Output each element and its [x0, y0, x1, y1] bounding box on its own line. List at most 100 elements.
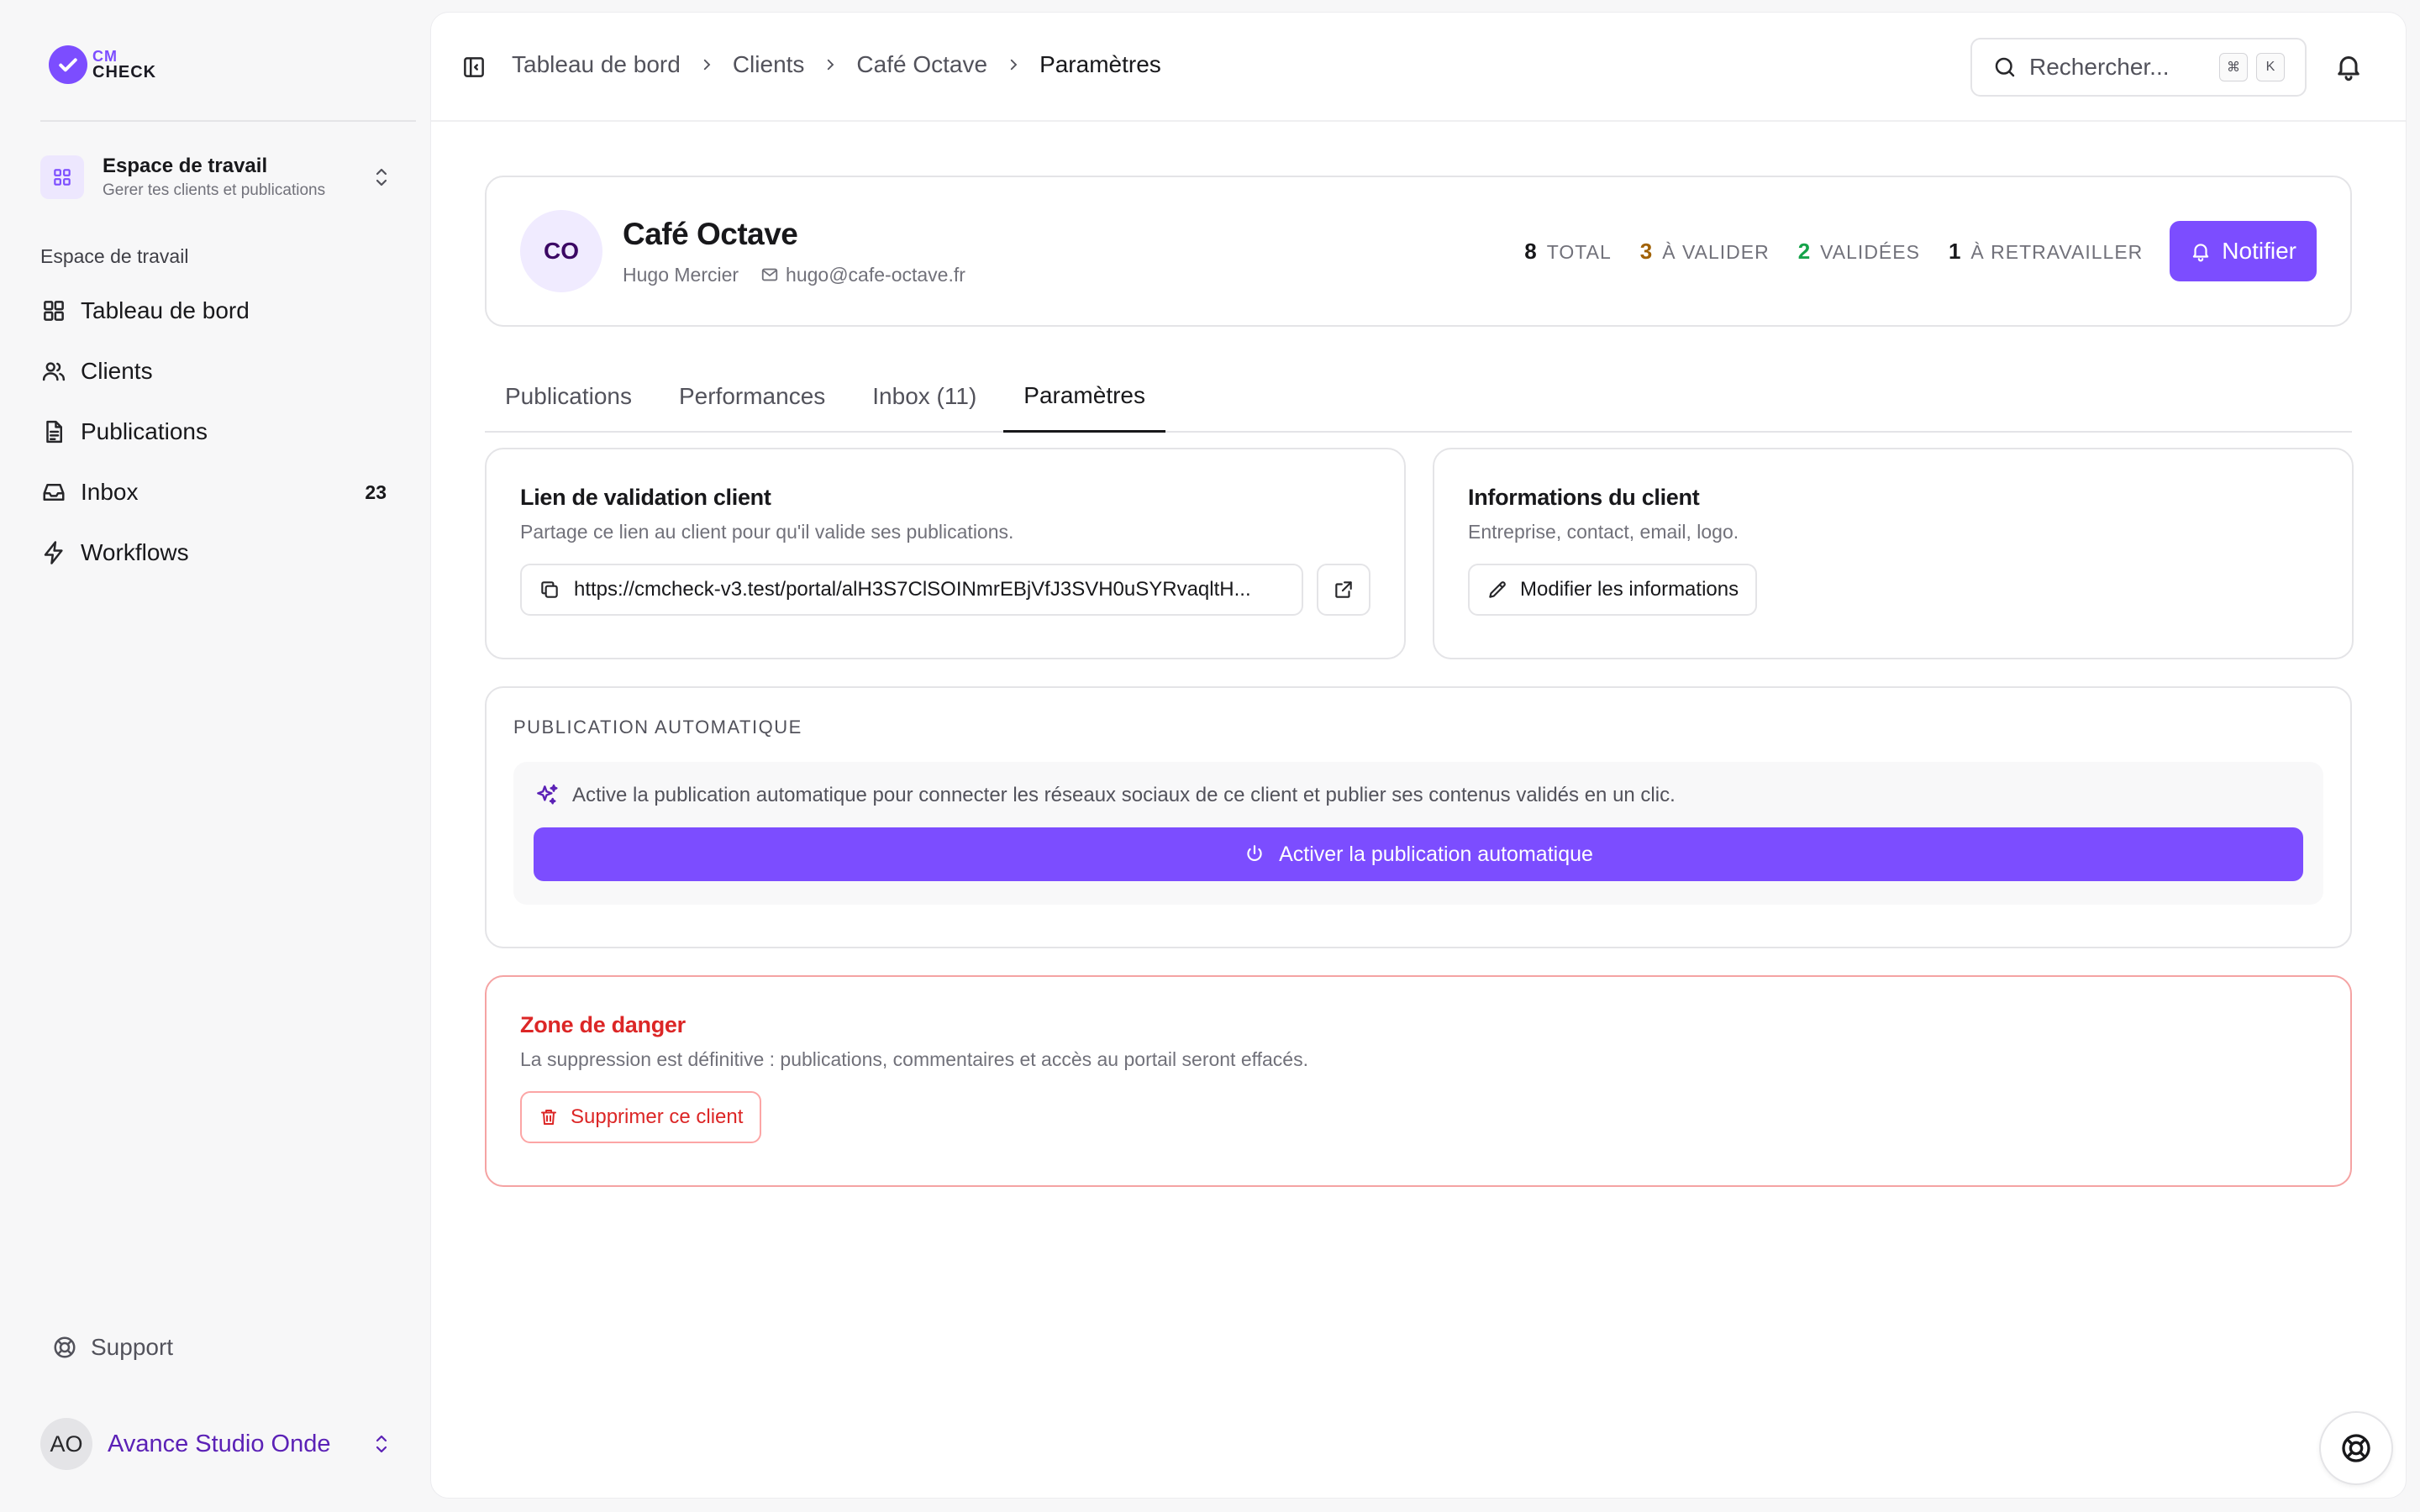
card-subtitle: Entreprise, contact, email, logo. — [1468, 521, 1739, 543]
inbox-icon — [40, 479, 67, 506]
logo-line-2: CHECK — [92, 63, 157, 81]
chevron-up-down-icon — [370, 165, 393, 189]
client-avatar: CO — [520, 210, 602, 292]
enable-auto-publication-label: Activer la publication automatique — [1279, 842, 1593, 866]
client-contact: Hugo Mercier — [623, 263, 739, 286]
sidebar-item-publications[interactable]: Publications — [40, 402, 393, 462]
copy-link-field[interactable]: https://cmcheck-v3.test/portal/alH3S7ClS… — [520, 564, 1304, 616]
stat-number: 1 — [1948, 238, 1961, 264]
search-placeholder: Rechercher... — [2029, 54, 2170, 80]
card-title: Informations du client — [1468, 485, 1700, 510]
sidebar: CM CHECK Espace de travail Gerer tes cli… — [0, 0, 429, 1512]
client-name: Café Octave — [623, 216, 798, 251]
chevron-right-icon — [823, 57, 838, 72]
breadcrumb-dashboard[interactable]: Tableau de bord — [512, 51, 681, 78]
logo[interactable]: CM CHECK — [49, 45, 156, 84]
workspace-switcher[interactable]: Espace de travail Gerer tes clients et p… — [40, 151, 393, 203]
logo-wordmark: CM CHECK — [92, 49, 156, 81]
enable-auto-publication-button[interactable]: Activer la publication automatique — [534, 827, 2303, 881]
client-email-row: hugo@cafe-octave.fr — [760, 264, 965, 286]
card-title: Lien de validation client — [520, 485, 771, 510]
client-header-card: CO Café Octave Hugo Mercier hugo@cafe-oc… — [485, 176, 2352, 327]
check-logo-icon — [49, 45, 87, 84]
sidebar-nav: Tableau de bord Clients Publications Inb… — [40, 281, 393, 583]
danger-zone-title: Zone de danger — [520, 1012, 686, 1037]
notify-button[interactable]: Notifier — [2170, 221, 2317, 281]
sidebar-divider — [40, 120, 416, 122]
sidebar-item-label: Tableau de bord — [81, 297, 250, 323]
search-input[interactable]: Rechercher... ⌘ K — [1970, 38, 2307, 97]
user-menu[interactable]: AO Avance Studio Onde — [40, 1418, 393, 1470]
sidebar-item-label: Workflows — [81, 539, 189, 565]
breadcrumb-client[interactable]: Café Octave — [856, 51, 987, 78]
stat-validated: 2 VALIDÉES — [1798, 239, 1920, 265]
sidebar-item-dashboard[interactable]: Tableau de bord — [40, 281, 393, 341]
notify-label: Notifier — [2222, 238, 2296, 264]
delete-client-button[interactable]: Supprimer ce client — [520, 1091, 762, 1143]
chevron-right-icon — [699, 57, 714, 72]
copy-icon — [541, 581, 558, 598]
chevron-right-icon — [1006, 57, 1021, 72]
card-subtitle: Partage ce lien au client pour qu'il val… — [520, 521, 1014, 543]
stat-number: 3 — [1639, 238, 1653, 264]
bell-icon[interactable] — [2333, 51, 2364, 81]
tab-settings[interactable]: Paramètres — [1003, 360, 1165, 433]
stat-label: VALIDÉES — [1820, 240, 1920, 263]
tab-publications[interactable]: Publications — [485, 360, 652, 433]
stat-to-validate: 3 À VALIDER — [1640, 239, 1770, 265]
auto-publication-card: PUBLICATION AUTOMATIQUE Active la public… — [485, 686, 2352, 948]
lifebuoy-icon — [2342, 1434, 2370, 1462]
avatar: AO — [40, 1418, 92, 1470]
kbd-cmd: ⌘ — [2219, 53, 2248, 81]
stat-label: TOTAL — [1546, 240, 1612, 263]
grid-icon — [40, 297, 67, 324]
danger-zone-card: Zone de danger La suppression est défini… — [485, 975, 2352, 1187]
sidebar-item-clients[interactable]: Clients — [40, 341, 393, 402]
client-tabs: Publications Performances Inbox (11) Par… — [485, 360, 2352, 433]
stat-label: À RETRAVAILLER — [1970, 240, 2144, 263]
chevron-up-down-icon — [370, 1432, 393, 1456]
help-button[interactable] — [2319, 1411, 2393, 1485]
edit-info-button[interactable]: Modifier les informations — [1468, 564, 1758, 616]
sidebar-toggle-icon[interactable] — [461, 55, 487, 80]
power-icon — [1247, 845, 1262, 862]
tab-performances[interactable]: Performances — [659, 360, 845, 433]
section-title: PUBLICATION AUTOMATIQUE — [513, 717, 802, 738]
breadcrumb-clients[interactable]: Clients — [733, 51, 805, 78]
danger-zone-subtitle: La suppression est définitive : publicat… — [520, 1048, 1308, 1070]
workspace-grid-icon — [40, 155, 84, 199]
breadcrumb-current: Paramètres — [1039, 51, 1161, 77]
sidebar-item-label: Clients — [81, 358, 153, 384]
lightning-icon — [40, 539, 67, 566]
bell-icon — [2193, 244, 2209, 262]
client-info-card: Informations du client Entreprise, conta… — [1433, 448, 2354, 659]
auto-publication-panel: Active la publication automatique pour c… — [513, 762, 2323, 905]
stat-to-rework: 1 À RETRAVAILLER — [1949, 239, 2143, 265]
kbd-k: K — [2256, 53, 2285, 81]
sidebar-section-label: Espace de travail — [40, 245, 189, 267]
lifebuoy-icon — [52, 1335, 77, 1360]
edit-info-label: Modifier les informations — [1520, 578, 1739, 601]
stat-label: À VALIDER — [1662, 240, 1770, 263]
sparkles-icon — [537, 784, 558, 805]
publication-stats: 8 TOTAL 3 À VALIDER 2 VALIDÉES 1 À RETRA… — [1496, 239, 2143, 265]
support-link[interactable]: Support — [52, 1334, 173, 1361]
sidebar-item-label: Inbox — [81, 479, 139, 505]
open-link-button[interactable] — [1317, 564, 1370, 616]
tab-inbox[interactable]: Inbox (11) — [852, 360, 997, 433]
support-label: Support — [91, 1334, 174, 1360]
workspace-subtitle: Gerer tes clients et publications — [103, 181, 326, 199]
trash-icon — [541, 1110, 556, 1125]
sidebar-item-workflows[interactable]: Workflows — [40, 522, 393, 583]
inbox-count-badge: 23 — [365, 480, 387, 503]
user-name: Avance Studio Onde — [108, 1430, 331, 1457]
mail-icon — [761, 268, 778, 281]
client-email[interactable]: hugo@cafe-octave.fr — [786, 264, 965, 286]
workspace-title: Espace de travail — [103, 155, 268, 177]
stat-total: 8 TOTAL — [1524, 239, 1611, 265]
sidebar-item-inbox[interactable]: Inbox 23 — [40, 462, 393, 522]
sidebar-item-label: Publications — [81, 418, 208, 444]
breadcrumb: Tableau de bord Clients Café Octave Para… — [512, 51, 1161, 78]
topbar: Tableau de bord Clients Café Octave Para… — [431, 13, 2406, 122]
portal-url: https://cmcheck-v3.test/portal/alH3S7ClS… — [574, 578, 1251, 601]
